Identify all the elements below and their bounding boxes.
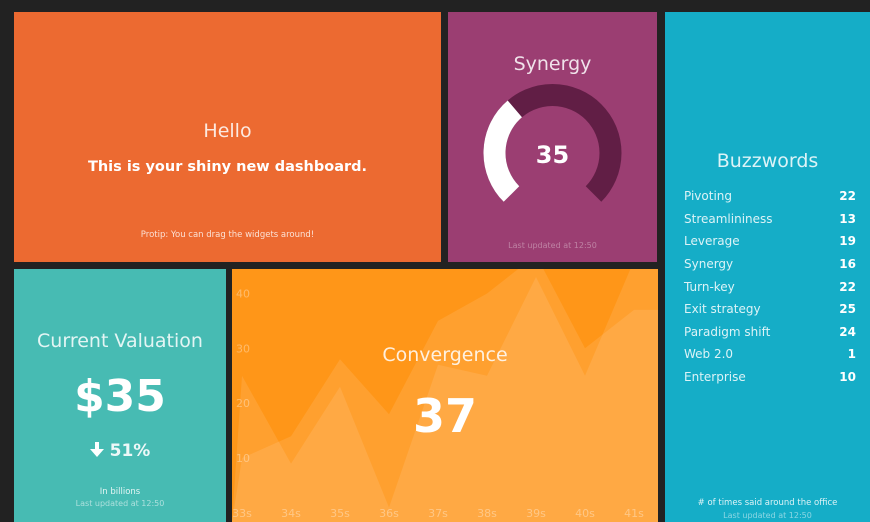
buzzword-count: 22 bbox=[839, 189, 856, 204]
list-item: Pivoting 22 bbox=[684, 185, 856, 208]
valuation-updated: Last updated at 12:50 bbox=[75, 499, 165, 508]
list-item: Turn-key 22 bbox=[684, 275, 856, 298]
hello-title: Hello bbox=[203, 120, 252, 142]
buzzword-label: Pivoting bbox=[684, 189, 733, 204]
valuation-change: 51% bbox=[14, 441, 226, 461]
buzzword-label: Enterprise bbox=[684, 370, 746, 385]
x-tick-label: 41s bbox=[624, 507, 644, 520]
buzzword-count: 13 bbox=[839, 211, 856, 226]
x-tick-label: 33s bbox=[232, 507, 252, 520]
buzzword-count: 24 bbox=[839, 324, 856, 339]
convergence-widget[interactable]: 10 20 30 40 33s 34s 35s 36s 37s 38s 39s 40s 41s Conv… bbox=[232, 269, 658, 522]
y-tick-label: 10 bbox=[236, 452, 250, 465]
synergy-meter-fill bbox=[483, 100, 523, 202]
convergence-value: 37 bbox=[412, 389, 477, 443]
x-tick-label: 35s bbox=[330, 507, 350, 520]
valuation-change-value: 51% bbox=[109, 441, 151, 461]
buzzword-count: 10 bbox=[839, 370, 856, 385]
list-item: Synergy 16 bbox=[684, 253, 856, 276]
buzzwords-title: Buzzwords bbox=[716, 150, 819, 172]
buzzword-label: Paradigm shift bbox=[684, 324, 771, 339]
x-tick-label: 36s bbox=[379, 507, 399, 520]
valuation-title: Current Valuation bbox=[37, 330, 203, 352]
buzzword-count: 19 bbox=[839, 234, 856, 249]
buzzwords-updated: Last updated at 12:50 bbox=[723, 511, 812, 520]
valuation-value: $35 bbox=[74, 371, 166, 422]
buzzwords-widget[interactable]: Buzzwords Pivoting 22 Streamlininess 13 Le… bbox=[665, 12, 870, 522]
buzzword-label: Exit strategy bbox=[684, 302, 761, 317]
buzzword-count: 25 bbox=[839, 302, 856, 317]
valuation-widget[interactable]: Current Valuation $35 51% In billions La… bbox=[14, 269, 226, 522]
buzzword-label: Turn-key bbox=[684, 279, 735, 294]
list-item: Paradigm shift 24 bbox=[684, 321, 856, 344]
synergy-value: 35 bbox=[536, 141, 569, 169]
list-item: Leverage 19 bbox=[684, 230, 856, 253]
buzzword-label: Streamlininess bbox=[684, 211, 773, 226]
list-item: Enterprise 10 bbox=[684, 366, 856, 389]
y-tick-label: 40 bbox=[236, 288, 250, 301]
dashboard: Hello This is your shiny new dashboard. … bbox=[0, 0, 870, 522]
hello-protip: Protip: You can drag the widgets around! bbox=[140, 230, 315, 240]
list-item: Web 2.0 1 bbox=[684, 343, 856, 366]
synergy-widget[interactable]: Synergy 35 Last updated at 12:50 bbox=[448, 12, 657, 262]
synergy-meter: 35 bbox=[483, 84, 622, 202]
x-tick-label: 37s bbox=[428, 507, 448, 520]
x-tick-label: 39s bbox=[526, 507, 546, 520]
list-item: Exit strategy 25 bbox=[684, 298, 856, 321]
buzzword-count: 22 bbox=[839, 279, 856, 294]
buzzword-label: Web 2.0 bbox=[684, 347, 734, 362]
x-tick-label: 34s bbox=[281, 507, 301, 520]
convergence-title: Convergence bbox=[382, 344, 508, 366]
x-tick-label: 38s bbox=[477, 507, 497, 520]
arrow-down-icon bbox=[89, 442, 104, 457]
buzzwords-list: Pivoting 22 Streamlininess 13 Leverage 19 S… bbox=[684, 185, 856, 388]
buzzword-count: 16 bbox=[839, 257, 856, 272]
buzzwords-moreinfo: # of times said around the office bbox=[697, 498, 838, 508]
hello-widget[interactable]: Hello This is your shiny new dashboard. … bbox=[14, 12, 441, 262]
x-tick-label: 40s bbox=[575, 507, 595, 520]
hello-text: This is your shiny new dashboard. bbox=[87, 159, 368, 175]
valuation-moreinfo: In billions bbox=[99, 487, 141, 497]
synergy-updated: Last updated at 12:50 bbox=[508, 241, 597, 250]
buzzword-label: Leverage bbox=[684, 234, 740, 249]
buzzword-count: 1 bbox=[847, 347, 856, 362]
list-item: Streamlininess 13 bbox=[684, 208, 856, 231]
buzzword-label: Synergy bbox=[684, 257, 734, 272]
